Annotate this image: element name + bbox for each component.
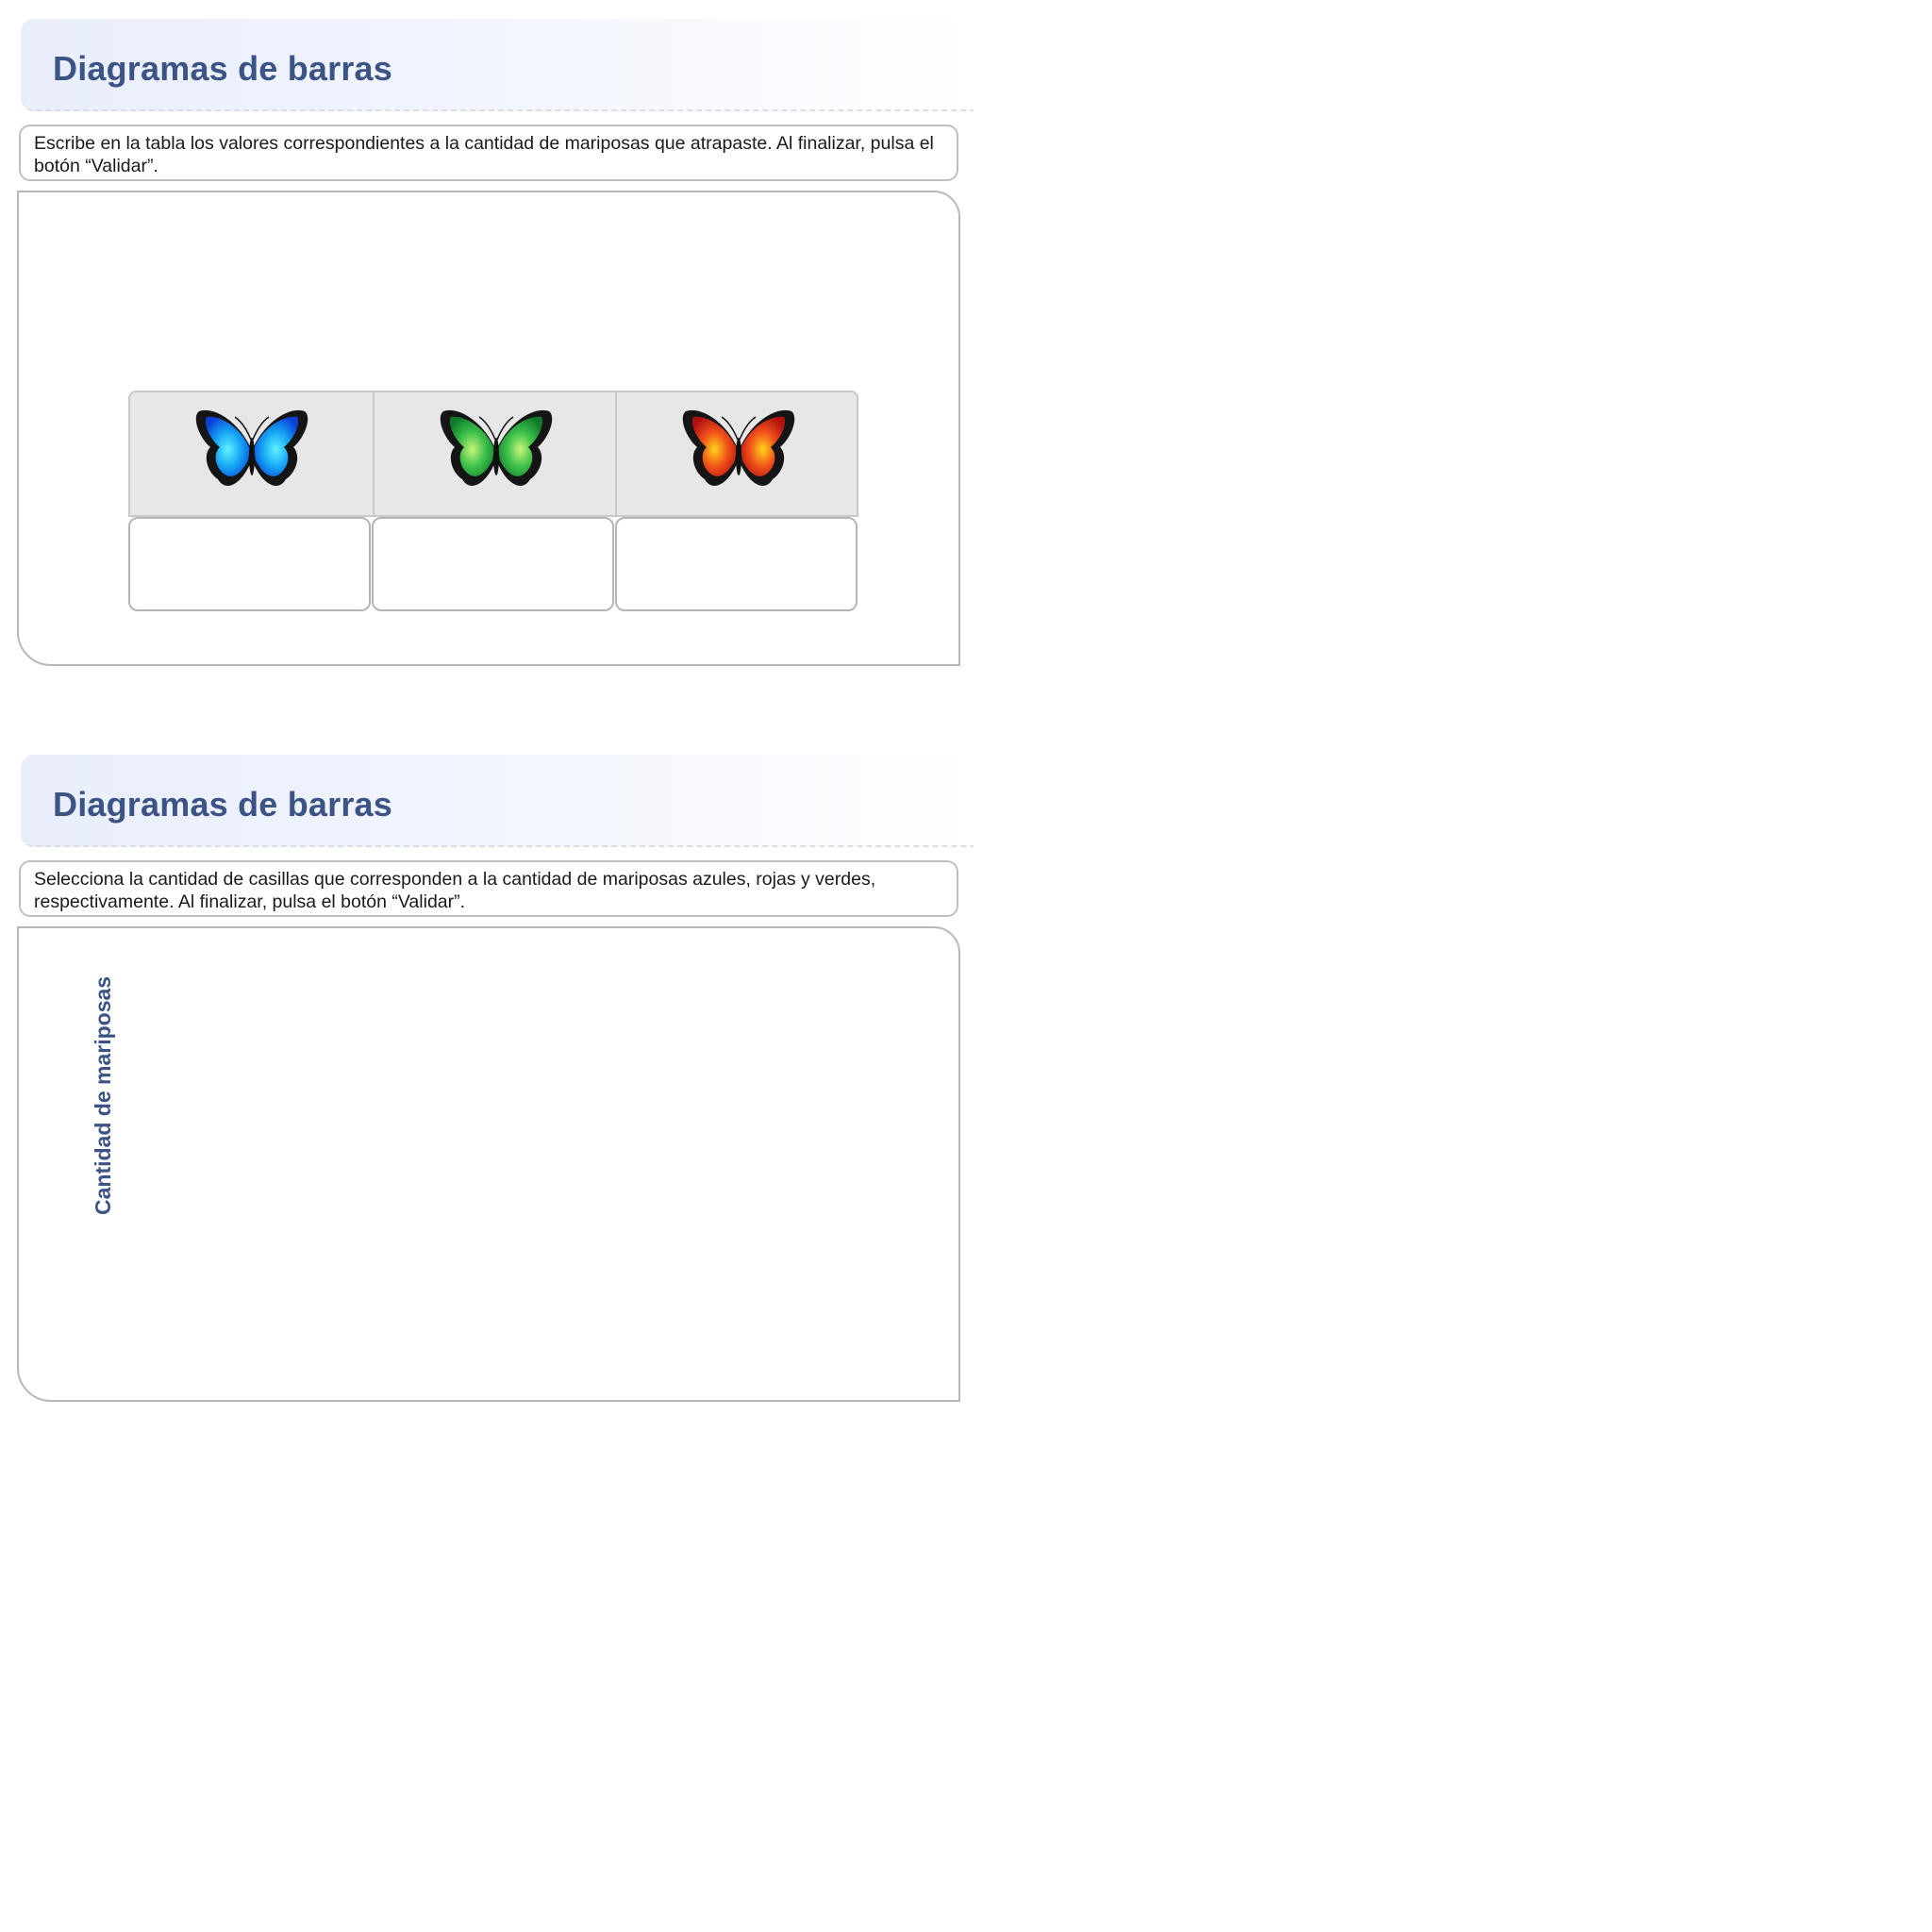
butterfly-count-table bbox=[128, 391, 858, 611]
table-header-row bbox=[128, 391, 858, 517]
table-header-cell-blue bbox=[130, 392, 373, 517]
y-axis-label: Cantidad de mariposas bbox=[91, 975, 115, 1215]
table-header-cell-red bbox=[617, 392, 859, 517]
page-title: Diagramas de barras bbox=[53, 785, 392, 824]
instructions-box: Selecciona la cantidad de casillas que c… bbox=[19, 860, 958, 917]
page-title: Diagramas de barras bbox=[53, 49, 392, 88]
red-butterfly-icon bbox=[680, 406, 797, 505]
green-count-input[interactable] bbox=[372, 517, 614, 611]
activity-title-bar: Diagramas de barras bbox=[21, 755, 974, 847]
activity-panel bbox=[17, 191, 960, 666]
table-header-cell-green bbox=[375, 392, 617, 517]
green-butterfly-icon bbox=[438, 406, 555, 505]
blue-butterfly-icon bbox=[193, 406, 310, 505]
activity-1: Diagramas de barras Escribe en la tabla … bbox=[17, 19, 979, 670]
activity-2: Diagramas de barras Selecciona la cantid… bbox=[17, 755, 979, 1406]
red-count-input[interactable] bbox=[615, 517, 858, 611]
instructions-box: Escribe en la tabla los valores correspo… bbox=[19, 125, 958, 181]
activity-title-bar: Diagramas de barras bbox=[21, 19, 974, 111]
bar-chart-panel bbox=[17, 926, 960, 1402]
blue-count-input[interactable] bbox=[128, 517, 371, 611]
